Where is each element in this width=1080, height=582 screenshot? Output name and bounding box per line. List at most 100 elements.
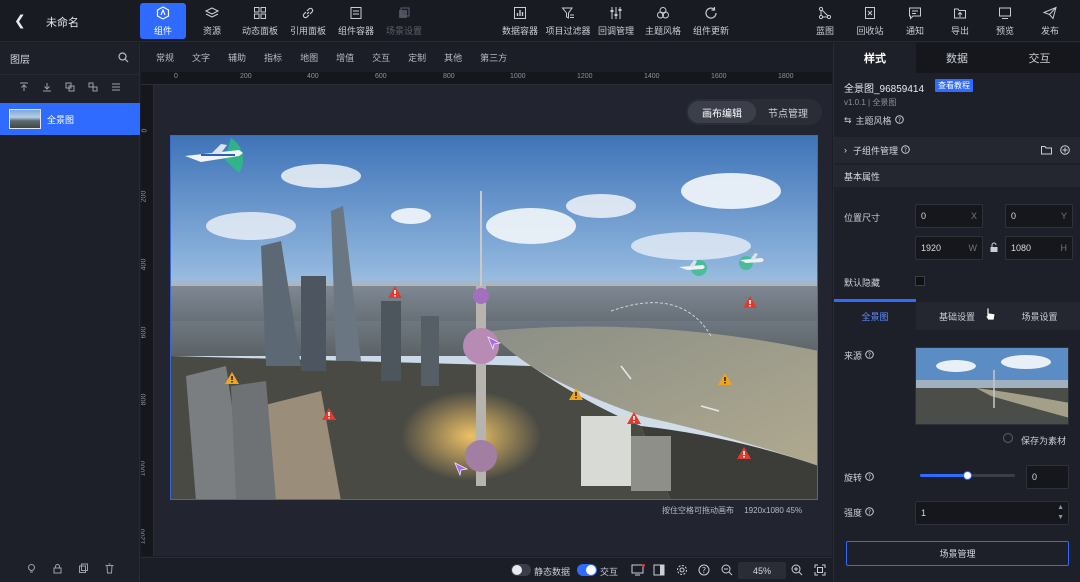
category-general[interactable]: 常规: [147, 51, 183, 64]
zoom-out-icon[interactable]: [721, 564, 733, 579]
y-field[interactable]: 0 Y: [1005, 204, 1073, 228]
rotate-label-wrap: 旋转 ?: [844, 471, 874, 484]
duplicate-icon[interactable]: [78, 563, 89, 577]
tab-style[interactable]: 样式: [834, 43, 916, 73]
move-bottom-icon[interactable]: [42, 82, 52, 95]
scene-manage-button[interactable]: 场景管理: [846, 541, 1069, 566]
view-tutorial-button[interactable]: 查看教程: [935, 79, 973, 92]
warning-icon[interactable]: [322, 408, 336, 420]
delete-icon[interactable]: [104, 563, 115, 577]
theme-style-link[interactable]: ⇆ 主题风格 ?: [844, 114, 904, 127]
layer-item-panorama[interactable]: 全景图: [0, 103, 140, 135]
category-map[interactable]: 地图: [291, 51, 327, 64]
lock-icon[interactable]: [52, 563, 63, 577]
subtab-scene-settings[interactable]: 场景设置: [998, 302, 1080, 330]
group-icon[interactable]: [65, 82, 75, 95]
x-field[interactable]: 0 X: [915, 204, 983, 228]
zoom-level-input[interactable]: 45%: [738, 562, 786, 579]
sub-component-manage-row[interactable]: › 子组件管理 ?: [834, 137, 1080, 163]
search-icon[interactable]: [118, 51, 129, 66]
zoom-in-icon[interactable]: [791, 564, 803, 579]
layer-tools: [0, 75, 139, 101]
project-filter-button[interactable]: 项目过滤器: [544, 3, 592, 39]
notification-label: 通知: [905, 26, 924, 36]
screen-icon[interactable]: [631, 564, 645, 579]
scene-settings-button[interactable]: 场景设置: [381, 3, 427, 39]
move-top-icon[interactable]: [19, 82, 29, 95]
warning-icon[interactable]: [718, 373, 732, 385]
warning-icon[interactable]: [743, 296, 757, 308]
publish-button[interactable]: 发布: [1027, 3, 1073, 39]
back-arrow-icon[interactable]: ❮: [14, 12, 26, 29]
default-hidden-checkbox[interactable]: [915, 276, 925, 286]
save-material-label[interactable]: 保存为素材: [1021, 434, 1066, 447]
add-icon[interactable]: [1060, 145, 1070, 157]
lock-ratio-icon[interactable]: [989, 242, 999, 256]
rotate-slider-handle[interactable]: [963, 471, 972, 480]
export-button[interactable]: 导出: [937, 3, 983, 39]
ruler-v-label: 800: [141, 393, 148, 406]
save-material-radio[interactable]: [1003, 433, 1013, 443]
category-auxiliary[interactable]: 辅助: [219, 51, 255, 64]
tab-data[interactable]: 数据: [916, 43, 998, 73]
width-field[interactable]: 1920 W: [915, 236, 983, 260]
navigation-arrow-icon[interactable]: [487, 336, 501, 350]
recycle-bin-label: 回收站: [856, 26, 884, 36]
stepper-arrows-icon[interactable]: ▲ ▼: [1057, 503, 1064, 523]
ungroup-icon[interactable]: [88, 82, 98, 95]
category-third-party[interactable]: 第三方: [471, 51, 516, 64]
category-text[interactable]: 文字: [183, 51, 219, 64]
warning-icon[interactable]: [737, 447, 751, 459]
component-container-button[interactable]: 组件容器: [333, 3, 379, 39]
bulb-icon[interactable]: [26, 563, 37, 577]
recycle-bin-button[interactable]: 回收站: [847, 3, 893, 39]
settings-icon[interactable]: [676, 564, 688, 579]
dynamic-panel-button[interactable]: 动态面板: [237, 3, 283, 39]
category-other[interactable]: 其他: [435, 51, 471, 64]
theme-style-button[interactable]: 主题风格: [640, 3, 686, 39]
source-preview-image[interactable]: [915, 347, 1069, 425]
document-title[interactable]: 未命名: [46, 14, 79, 30]
reference-panel-button[interactable]: 引用面板: [285, 3, 331, 39]
theme-style-label: 主题风格: [644, 26, 681, 36]
intensity-input[interactable]: 1 ▲ ▼: [915, 501, 1069, 525]
warning-icon[interactable]: [388, 286, 402, 298]
category-indicator[interactable]: 指标: [255, 51, 291, 64]
component-button[interactable]: 组件: [140, 3, 186, 39]
data-container-button[interactable]: 数据容器: [497, 3, 543, 39]
interaction-toggle[interactable]: [577, 564, 597, 576]
subtab-panorama[interactable]: 全景图: [834, 302, 916, 330]
notification-button[interactable]: 通知: [892, 3, 938, 39]
panorama-scene[interactable]: [170, 135, 818, 500]
component-update-button[interactable]: 组件更新: [688, 3, 734, 39]
blueprint-button[interactable]: 蓝图: [802, 3, 848, 39]
category-value-added[interactable]: 增值: [327, 51, 363, 64]
static-data-label: 静态数据: [534, 567, 571, 577]
warning-icon[interactable]: [225, 372, 239, 384]
resource-button[interactable]: 资源: [189, 3, 235, 39]
navigation-arrow-icon[interactable]: [454, 462, 468, 476]
folder-icon[interactable]: [1041, 145, 1052, 157]
category-interaction[interactable]: 交互: [363, 51, 399, 64]
rotate-input[interactable]: 0: [1026, 465, 1069, 489]
warning-icon[interactable]: [569, 388, 583, 400]
callback-manage-button[interactable]: 回调管理: [593, 3, 639, 39]
reference-panel-label: 引用面板: [289, 26, 326, 36]
canvas-edit-tab[interactable]: 画布编辑: [688, 101, 756, 123]
node-manage-tab[interactable]: 节点管理: [756, 101, 820, 123]
grid-icon: [252, 5, 268, 21]
preview-button[interactable]: 预览: [982, 3, 1028, 39]
tab-interaction[interactable]: 交互: [998, 43, 1080, 73]
airplane-icon[interactable]: [181, 138, 251, 178]
fit-screen-icon[interactable]: [814, 564, 826, 579]
rotate-slider-track[interactable]: [920, 471, 1015, 480]
airplane-icon[interactable]: [738, 250, 766, 272]
category-custom[interactable]: 定制: [399, 51, 435, 64]
list-icon[interactable]: [111, 82, 121, 95]
warning-icon[interactable]: [627, 412, 641, 424]
static-data-toggle[interactable]: [511, 564, 531, 576]
airplane-icon[interactable]: [677, 256, 707, 278]
help-icon[interactable]: ?: [698, 564, 710, 579]
height-field[interactable]: 1080 H: [1005, 236, 1073, 260]
panel-icon[interactable]: [653, 564, 665, 579]
